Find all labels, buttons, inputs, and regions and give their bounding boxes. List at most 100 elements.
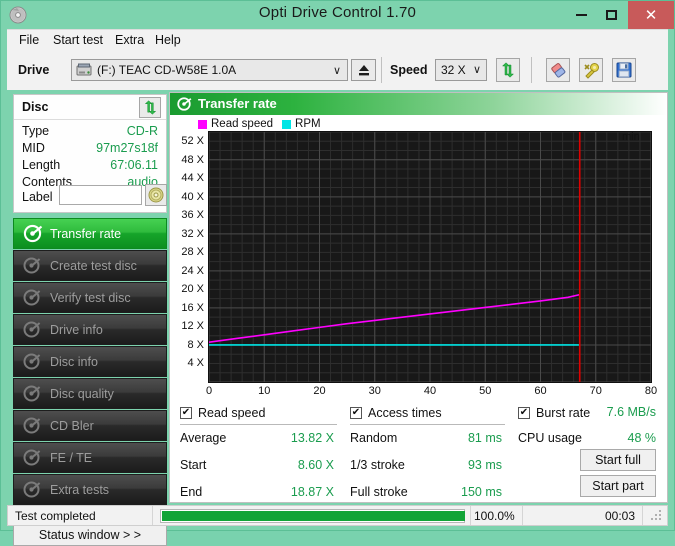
menu-item-help[interactable]: Help xyxy=(151,33,185,50)
start-full-button[interactable]: Start full xyxy=(580,449,656,471)
minimize-button[interactable] xyxy=(566,1,596,29)
y-axis-tick: 16 X xyxy=(181,302,204,314)
x-axis-tick: 70 xyxy=(590,385,602,397)
grip-dot xyxy=(655,518,657,520)
resize-grip-icon[interactable] xyxy=(651,510,663,522)
sidebar-item-disc-info[interactable]: Disc info xyxy=(13,346,167,377)
erase-button[interactable] xyxy=(546,58,570,82)
sidebar-nav: Transfer rate Create test disc xyxy=(13,218,167,506)
sidebar-item-label: Transfer rate xyxy=(50,227,121,241)
disc-row-type: Type CD-R xyxy=(14,124,166,141)
tools-icon xyxy=(583,62,600,79)
result-row-cpu-usage: CPU usage 48 % xyxy=(518,429,658,450)
maximize-button[interactable] xyxy=(596,1,626,29)
status-divider xyxy=(470,506,471,525)
panel-title: Transfer rate xyxy=(198,96,277,111)
result-key: Random xyxy=(350,431,397,445)
result-key: Average xyxy=(180,431,226,445)
content-panel: Transfer rate Read speed RPM 4 X8 X12 X1… xyxy=(169,92,668,503)
chart-svg xyxy=(209,132,651,382)
sidebar-item-label: Disc quality xyxy=(50,387,114,401)
drive-select[interactable]: (F:) TEAC CD-W58E 1.0A ∨ xyxy=(71,59,348,81)
drive-value: (F:) TEAC CD-W58E 1.0A xyxy=(97,63,236,77)
disc-test-icon xyxy=(22,223,43,244)
disc-row-type-key: Type xyxy=(22,124,49,138)
sidebar-item-cd-bler[interactable]: CD Bler xyxy=(13,410,167,441)
result-key: Full stroke xyxy=(350,485,408,499)
read-speed-results: ✔ Read speed Average 13.82 X Start 8.60 … xyxy=(180,403,340,486)
y-axis-tick: 4 X xyxy=(187,357,204,369)
chart-x-axis: 01020304050607080 xyxy=(208,385,652,401)
panel-header: Transfer rate xyxy=(170,93,667,115)
sidebar-item-label: FE / TE xyxy=(50,451,92,465)
result-row-average: Average 13.82 X xyxy=(180,429,340,450)
access-times-checkbox[interactable]: ✔ xyxy=(350,407,362,419)
results-section: ✔ Read speed Average 13.82 X Start 8.60 … xyxy=(170,403,667,502)
read-speed-checkbox[interactable]: ✔ xyxy=(180,407,192,419)
y-axis-tick: 24 X xyxy=(181,265,204,277)
disc-panel-header: Disc xyxy=(14,95,166,120)
close-button[interactable]: ✕ xyxy=(628,1,674,29)
result-key: CPU usage xyxy=(518,431,582,445)
x-axis-unit-label: min xyxy=(622,131,640,143)
disc-row-length-key: Length xyxy=(22,158,60,172)
sidebar-item-drive-info[interactable]: Drive info xyxy=(13,314,167,345)
sidebar-item-create-test-disc[interactable]: Create test disc xyxy=(13,250,167,281)
app-window: Opti Drive Control 1.70 ✕ File Start tes… xyxy=(0,0,675,531)
divider xyxy=(350,424,505,425)
sidebar-item-extra-tests[interactable]: Extra tests xyxy=(13,474,167,505)
read-speed-title: Read speed xyxy=(198,406,265,420)
sidebar-item-label: Disc info xyxy=(50,355,98,369)
grip-dot xyxy=(651,518,653,520)
disc-row-mid: MID 97m27s18f xyxy=(14,141,166,158)
refresh-button[interactable] xyxy=(496,58,520,82)
read-speed-header: ✔ Read speed xyxy=(180,403,340,423)
sidebar-item-verify-test-disc[interactable]: Verify test disc xyxy=(13,282,167,313)
disc-panel-title: Disc xyxy=(22,100,48,114)
disc-test-icon xyxy=(22,287,43,308)
speed-select[interactable]: 32 X ∨ xyxy=(435,59,487,81)
chart-y-axis: 4 X8 X12 X16 X20 X24 X28 X32 X36 X40 X44… xyxy=(170,131,208,383)
y-axis-tick: 36 X xyxy=(181,209,204,221)
x-axis-tick: 50 xyxy=(479,385,491,397)
eraser-icon xyxy=(550,62,567,79)
chevron-down-icon: ∨ xyxy=(333,64,341,77)
tools-button[interactable] xyxy=(579,58,603,82)
chart-plot-area xyxy=(208,131,652,383)
x-axis-tick: 40 xyxy=(424,385,436,397)
disc-row-length: Length 67:06.11 xyxy=(14,158,166,175)
disc-test-icon xyxy=(22,351,43,372)
sidebar-item-label: Verify test disc xyxy=(50,291,131,305)
disc-label-button[interactable] xyxy=(145,184,167,206)
burst-rate-checkbox[interactable]: ✔ xyxy=(518,407,530,419)
result-value: 8.60 X xyxy=(240,458,334,472)
sidebar-item-transfer-rate[interactable]: Transfer rate xyxy=(13,218,167,249)
access-times-title: Access times xyxy=(368,406,442,420)
sidebar-item-disc-quality[interactable]: Disc quality xyxy=(13,378,167,409)
status-window-button[interactable]: Status window > > xyxy=(13,524,167,546)
menu-item-extra[interactable]: Extra xyxy=(111,33,148,50)
result-value: 48 % xyxy=(628,431,657,445)
result-key: Start xyxy=(180,458,206,472)
disc-refresh-button[interactable] xyxy=(139,97,161,118)
disc-label-input[interactable] xyxy=(59,185,142,205)
menu-item-file[interactable]: File xyxy=(15,33,43,50)
eject-button[interactable] xyxy=(351,59,376,81)
disc-test-icon xyxy=(22,479,43,500)
y-axis-tick: 48 X xyxy=(181,154,204,166)
disc-row-mid-key: MID xyxy=(22,141,45,155)
burst-rate-results: ✔ Burst rate 7.6 MB/s CPU usage 48 % Sta… xyxy=(518,403,658,444)
sidebar-item-label: CD Bler xyxy=(50,419,94,433)
chart-legend: Read speed RPM xyxy=(198,117,330,131)
start-part-button[interactable]: Start part xyxy=(580,475,656,497)
menu-item-start-test[interactable]: Start test xyxy=(49,33,107,50)
sidebar-item-label: Create test disc xyxy=(50,259,137,273)
legend-label-read-speed: Read speed xyxy=(211,118,273,130)
sidebar-item-fe-te[interactable]: FE / TE xyxy=(13,442,167,473)
save-button[interactable] xyxy=(612,58,636,82)
access-times-header: ✔ Access times xyxy=(350,403,510,423)
access-times-results: ✔ Access times Random 81 ms 1/3 stroke 9… xyxy=(350,403,510,486)
elapsed-time: 00:03 xyxy=(605,509,635,523)
drive-label: Drive xyxy=(18,63,49,77)
x-axis-tick: 30 xyxy=(369,385,381,397)
